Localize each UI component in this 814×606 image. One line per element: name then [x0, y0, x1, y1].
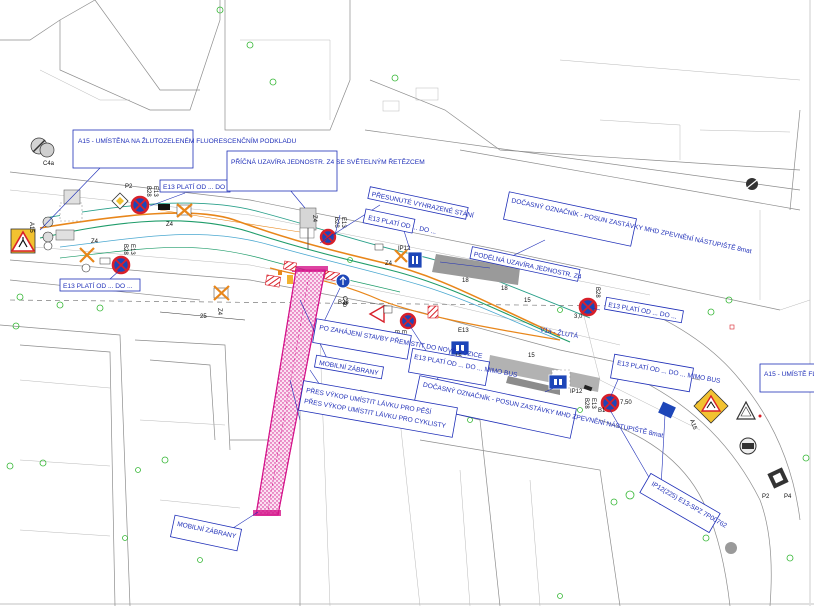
note-a15-right-edge: A15 - UMÍSTĚ FLUOR — [759, 363, 814, 393]
note-e13-left-top: E13 PLATÍ OD ... DO ... — [159, 179, 233, 193]
parking-sign-icon — [658, 401, 676, 419]
dimension-15-a: 15 — [524, 298, 531, 304]
notes: A15 - UMÍSTĚNA NA ŽLUTOZELENÉM FLUORESCE… — [59, 129, 814, 552]
svg-text:A15 - UMÍSTĚNA NA ŽLUTOZELENÉM: A15 - UMÍSTĚNA NA ŽLUTOZELENÉM FLUORESCE… — [78, 136, 296, 145]
no-stopping-sign-icon — [319, 228, 337, 246]
dimension-18-b: 18 — [501, 286, 508, 292]
sign-code-z4-d: Z4 — [311, 215, 317, 223]
no-stopping-sign-icon — [130, 195, 150, 215]
priority-sign-icon — [767, 467, 789, 489]
svg-text:E13 PLATÍ OD ... DO ...: E13 PLATÍ OD ... DO ... — [63, 281, 133, 290]
note-before-start: PO ZAHÁJENÍ STAVBY PŘEMÍSTIT DO NOVÉ POZ… — [312, 318, 484, 360]
no-overtaking-sign-icon — [746, 178, 758, 190]
sign-code-e13-bottom: E13 — [458, 328, 469, 334]
sign-code-e13-a: E13 — [152, 186, 158, 197]
guidance-barrier-sign-icon — [176, 203, 193, 218]
no-stopping-sign-icon — [111, 255, 131, 275]
note-e13-center: E13 PLATÍ OD ... DO ... — [362, 208, 437, 236]
note-e13-right: E13 PLATÍ OD ... DO ... — [604, 296, 684, 324]
c4-sign-icon — [39, 142, 55, 158]
sign-code-a15-left: A15 — [28, 222, 34, 233]
dimension-15-b: 15 — [528, 353, 535, 359]
parking-sign-icon — [548, 374, 568, 390]
sign-code-b28-a: B28 — [145, 186, 151, 197]
note-ip12: IP12(225) E13-SPZ 7P00762 — [639, 472, 728, 534]
guidance-barrier-sign-icon — [79, 247, 95, 263]
svg-text:PŘÍČNÁ UZAVÍRA JEDNOSTR. Z4 SE: PŘÍČNÁ UZAVÍRA JEDNOSTR. Z4 SE SVĚTELNÝM… — [231, 157, 425, 166]
no-entry-sign-icon — [739, 437, 757, 455]
dimension-25: 25 — [200, 314, 207, 320]
svg-text:A15 - UMÍSTĚ FLUOR: A15 - UMÍSTĚ FLUOR — [764, 369, 814, 378]
sign-code-z4-c: Z4 — [216, 308, 222, 316]
manhole-icon — [725, 542, 737, 554]
sign-code-e13-c: E13 — [340, 217, 346, 228]
sign-code-p2: P2 — [125, 184, 133, 190]
sign-code-ip12-d: IP12 — [570, 389, 583, 395]
note-temp-stop-top: DOČASNÝ OZNAČNÍK - POSUN ZASTÁVKY MHD ZP… — [503, 191, 753, 255]
no-stopping-sign-icon — [399, 312, 417, 330]
sign-code-b28-e: B28 — [594, 287, 600, 298]
note-e13-bus-right: E13 PLATÍ OD ... DO ... MIMO BUS — [610, 353, 722, 393]
sign-code-b28-f: B28 — [583, 398, 589, 409]
note-mobile-barriers-2: MOBILNÍ ZÁBRANY — [169, 514, 243, 552]
dimension-7-50: 7,50 — [620, 400, 632, 406]
parking-sign-icon — [407, 251, 423, 269]
dimension-3-0: 3,0 — [574, 314, 583, 320]
svg-text:E13 PLATÍ OD ... DO ...: E13 PLATÍ OD ... DO ... — [163, 182, 233, 191]
note-cross-closure: PŘÍČNÁ UZAVÍRA JEDNOSTR. Z4 SE SVĚTELNÝM… — [226, 150, 425, 192]
sign-code-e13-b: E13 — [129, 244, 135, 255]
sign-code-z4-e: Z4 — [385, 261, 393, 267]
sign-code-b1: B1 — [598, 408, 606, 414]
sign-code-z4-a: Z4 — [166, 222, 174, 228]
no-stopping-sign-icon — [578, 297, 598, 317]
give-way-sign-icon — [368, 304, 385, 324]
mandatory-direction-sign-icon — [335, 273, 351, 289]
sign-code-b28-b: B28 — [122, 244, 128, 255]
sign-code-b28-g: B28 — [338, 300, 349, 306]
note-mobile-barriers-1: MOBILNÍ ZÁBRANY — [314, 354, 384, 380]
roadworks-warning-sign-icon — [693, 388, 729, 424]
sign-code-z4-b: Z4 — [91, 239, 99, 245]
sign-code-p2-right: P2 — [762, 494, 770, 500]
sign-code-c4a: C4a — [43, 161, 55, 167]
dimension-18-a: 18 — [462, 278, 469, 284]
note-e13-left-bottom: E13 PLATÍ OD ... DO ... — [59, 278, 141, 292]
sign-code-e13-f: E13 — [590, 398, 596, 409]
traffic-plan-drawing: A15 C4a P2 B28 E13 Z4 Z4 B28 E13 Z4 B28 … — [0, 0, 814, 606]
guidance-barrier-sign-icon — [213, 285, 230, 301]
sign-code-p4: P4 — [784, 494, 792, 500]
